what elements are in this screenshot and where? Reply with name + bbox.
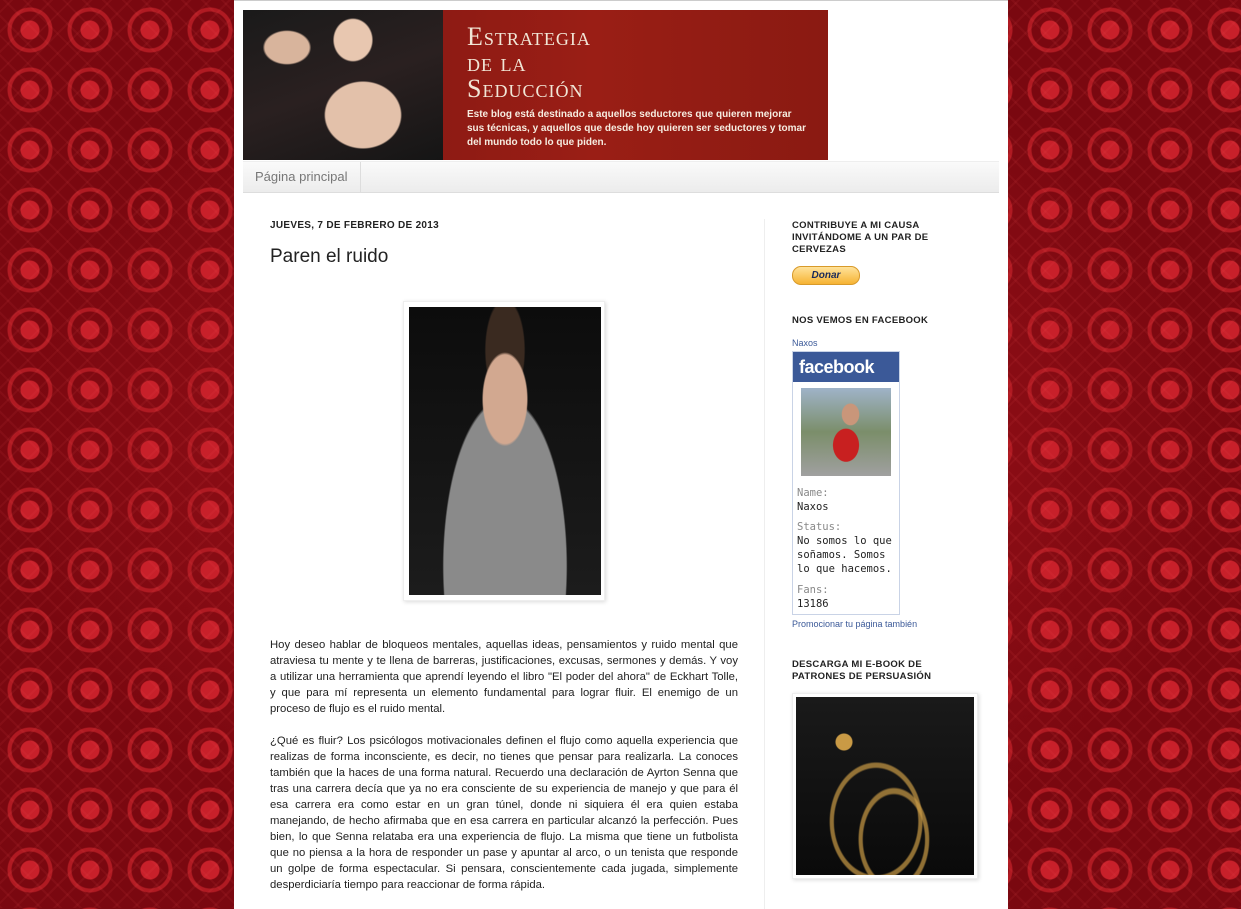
ebook-cover-image xyxy=(796,697,974,875)
ebook-cover-frame[interactable] xyxy=(792,693,978,879)
fb-profile-link[interactable]: Naxos xyxy=(792,338,818,348)
fb-status-value: No somos lo que soñamos. Somos lo que ha… xyxy=(797,535,892,575)
post-image-frame[interactable] xyxy=(403,301,605,601)
fb-name-label: Name: xyxy=(797,487,829,499)
facebook-badge[interactable]: facebook Name: Naxos Status: No somos lo… xyxy=(792,351,900,615)
post-title[interactable]: Paren el ruido xyxy=(270,246,388,268)
background-pattern-right xyxy=(1008,0,1241,908)
donate-widget-title: CONTRIBUYE A MI CAUSA INVITÁNDOME A UN P… xyxy=(792,220,929,255)
facebook-logo: facebook xyxy=(793,352,899,382)
nav-tab-home[interactable]: Página principal xyxy=(243,162,361,192)
navbar: Página principal xyxy=(243,161,999,193)
facebook-widget-title: NOS VEMOS EN FACEBOOK xyxy=(792,315,929,326)
banner-photo xyxy=(243,10,443,160)
page-container: Estrategia de la Seducción Este blog est… xyxy=(234,0,1008,909)
post-paragraph: ¿Qué es fluir? Los psicólogos motivacion… xyxy=(270,735,738,891)
blog-title: Estrategia de la Seducción xyxy=(467,22,591,103)
background-pattern-left xyxy=(0,0,234,908)
post-image xyxy=(409,307,601,595)
fb-name-value: Naxos xyxy=(797,501,829,513)
fb-fans-value: 13186 xyxy=(797,598,829,610)
post-date: JUEVES, 7 DE FEBRERO DE 2013 xyxy=(270,220,440,231)
fb-promote-link[interactable]: Promocionar tu página también xyxy=(792,619,917,629)
fb-profile-photo xyxy=(801,388,891,476)
blog-description: Este blog está destinado a aquellos sedu… xyxy=(467,109,807,148)
fb-fans-label: Fans: xyxy=(797,584,829,596)
fb-status-label: Status: xyxy=(797,521,842,533)
post-body: Hoy deseo hablar de bloqueos mentales, a… xyxy=(270,637,738,909)
header-banner[interactable]: Estrategia de la Seducción Este blog est… xyxy=(243,10,828,160)
post-paragraph: Hoy deseo hablar de bloqueos mentales, a… xyxy=(270,639,738,715)
column-divider xyxy=(764,219,765,909)
donate-button[interactable]: Donar xyxy=(792,266,860,285)
ebook-widget-title: DESCARGA MI E-BOOK DE PATRONES DE PERSUA… xyxy=(792,659,932,682)
